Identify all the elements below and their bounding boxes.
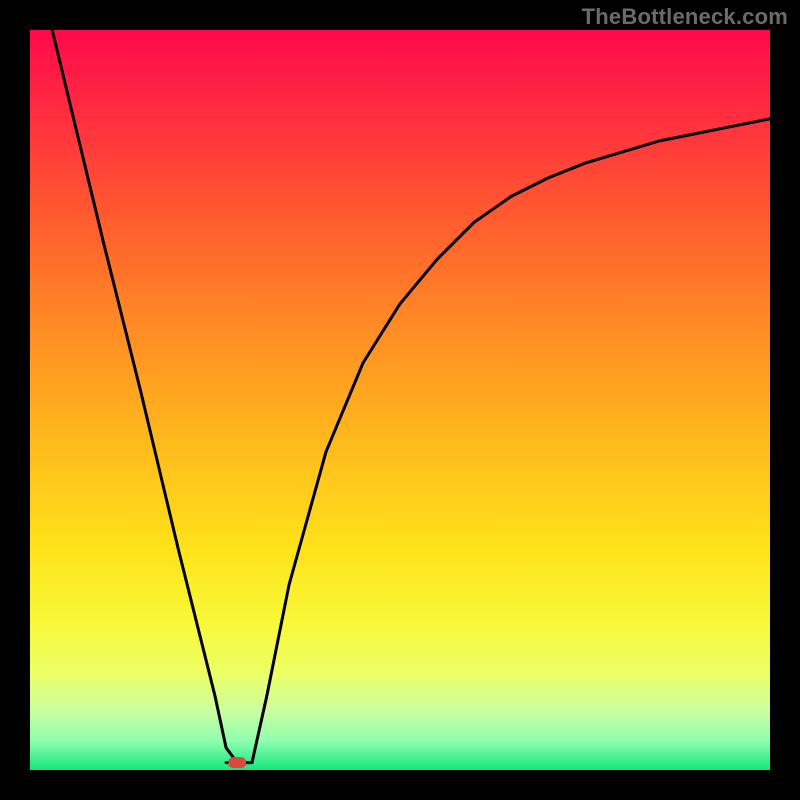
highlight-marker bbox=[228, 757, 246, 768]
watermark-text: TheBottleneck.com bbox=[582, 4, 788, 30]
optimal-point-marker bbox=[228, 757, 246, 768]
bottleneck-chart bbox=[30, 30, 770, 770]
chart-frame: TheBottleneck.com bbox=[0, 0, 800, 800]
